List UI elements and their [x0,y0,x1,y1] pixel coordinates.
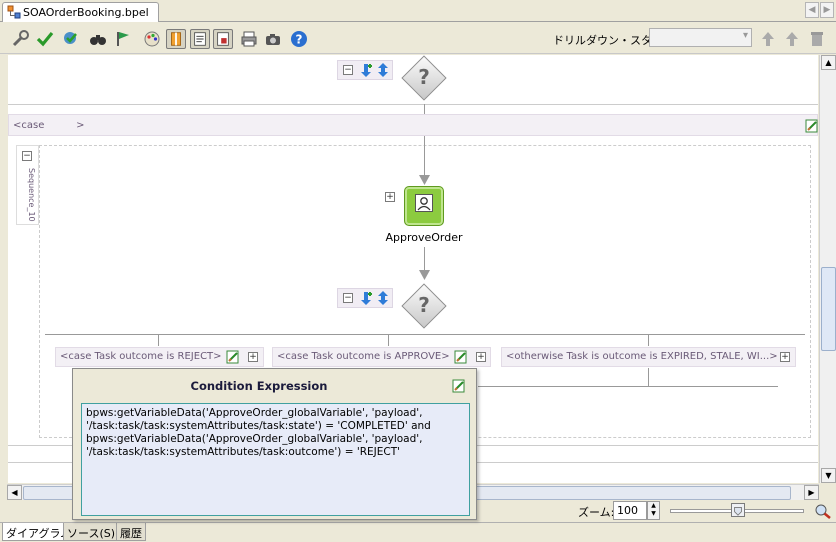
toolbar: ? ドリルダウン・スタック: [0,23,836,54]
connector [388,334,389,346]
file-tab[interactable]: SOAOrderBooking.bpel [2,2,159,22]
help-icon[interactable]: ? [289,29,309,49]
branch-line [45,334,805,335]
case-expand-icon[interactable]: + [248,352,258,362]
connector [648,368,649,386]
scroll-up-button[interactable]: ▲ [821,55,836,70]
validate-icon[interactable] [61,29,81,49]
zoom-label: ズーム: [578,506,615,519]
case-expand-icon[interactable]: + [476,352,486,362]
case-approve-label: <case Task outcome is APPROVE> [277,351,450,362]
layout-icon[interactable] [166,29,186,49]
connector [158,334,159,346]
tab-scroll-left-button[interactable]: ◀ [805,2,819,18]
case-otherwise-label: <otherwise Task is outcome is EXPIRED, S… [506,351,778,362]
add-case-icon[interactable] [358,62,374,78]
text-icon[interactable] [190,29,210,49]
wrench-icon[interactable] [10,29,30,49]
expand-collapse-icon[interactable] [376,290,390,306]
drill-down-icon[interactable] [758,29,778,49]
edit-expression-icon[interactable] [452,379,466,393]
scroll-down-button[interactable]: ▼ [821,468,836,483]
expand-collapse-icon[interactable] [376,62,390,78]
divider [8,104,818,105]
print-icon[interactable] [239,29,259,49]
switch-controls-top: − [337,60,393,80]
trash-icon[interactable] [807,29,827,49]
zoom-input[interactable]: 100 [613,501,647,520]
activity-label: ApproveOrder [385,231,463,244]
case-header-top[interactable]: <case > [8,114,818,136]
tab-source[interactable]: ソース(S) [63,523,120,541]
drill-up-icon[interactable] [782,29,802,49]
sequence-label: Sequence_10 [27,168,36,222]
sequence-tab[interactable]: − Sequence_10 [16,145,39,225]
arrow-head [419,270,430,280]
connector [424,104,425,114]
popup-title: Condition Expression [190,379,328,393]
bpel-file-icon [7,5,21,19]
drilldown-stack-select[interactable] [649,28,752,47]
question-mark-icon: ? [418,65,430,89]
collapse-icon[interactable]: − [343,293,353,303]
zoom-spinner[interactable]: ▲ ▼ [647,501,660,520]
switch-controls: − [337,288,393,308]
case-top-label: <case > [13,120,85,131]
tab-history[interactable]: 履歴 [116,523,146,541]
case-otherwise[interactable]: <otherwise Task is outcome is EXPIRED, S… [501,347,796,367]
palette-icon[interactable] [142,29,162,49]
view-tab-bar: ダイアグラム ソース(S) 履歴 [0,522,836,542]
editor-tab-bar: SOAOrderBooking.bpel ◀ ▶ [0,0,836,22]
svg-text:?: ? [296,33,303,47]
collapse-icon[interactable]: − [343,65,353,75]
tab-scroll-right-button[interactable]: ▶ [820,2,834,18]
vertical-scrollbar[interactable]: ▲ ▼ [819,55,836,483]
scroll-left-button[interactable]: ◀ [7,485,22,500]
edit-case-icon[interactable] [805,119,818,133]
book-icon[interactable] [213,29,233,49]
edit-case-icon[interactable] [226,350,240,364]
case-reject-label: <case Task outcome is REJECT> [60,351,222,362]
camera-icon[interactable] [263,29,283,49]
connector [648,334,649,346]
question-mark-icon: ? [418,293,430,317]
branch-join-line [478,386,778,387]
edit-case-icon[interactable] [454,350,468,364]
file-tab-label: SOAOrderBooking.bpel [23,6,149,19]
human-task-activity[interactable] [404,186,444,226]
person-icon [415,194,433,212]
zoom-slider-thumb[interactable] [731,503,745,517]
scroll-right-button[interactable]: ▶ [804,485,819,500]
flag-icon[interactable] [114,29,134,49]
sequence-collapse-icon[interactable]: − [22,151,32,161]
condition-expression-text[interactable]: bpws:getVariableData('ApproveOrder_globa… [81,403,470,516]
zoom-fit-icon[interactable] [814,503,832,519]
binoculars-icon[interactable] [88,29,108,49]
check-icon[interactable] [35,29,55,49]
activity-expand-icon[interactable]: + [385,192,395,202]
case-expand-icon[interactable]: + [780,352,790,362]
add-case-icon[interactable] [358,290,374,306]
arrow-head [419,175,430,185]
vertical-scroll-thumb[interactable] [821,267,836,351]
condition-expression-popup: Condition Expression bpws:getVariableDat… [72,368,477,520]
